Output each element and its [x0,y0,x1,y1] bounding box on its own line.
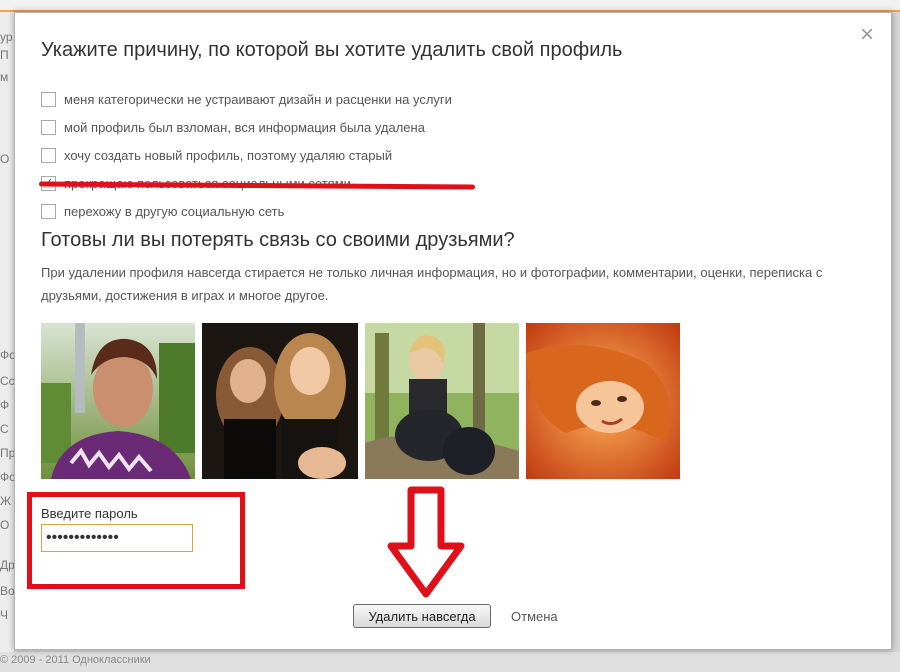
background-text: О [0,152,10,166]
background-text: О [0,518,10,532]
delete-forever-button[interactable]: Удалить навсегда [353,604,491,628]
background-text: Др [0,558,15,572]
background-text: Ф [0,398,10,412]
reason-checkbox[interactable] [41,147,56,163]
background-text: С [0,422,9,436]
reason-checkbox[interactable] [41,203,56,219]
background-text: Сс [0,374,15,388]
password-input[interactable] [41,524,193,552]
dialog-title: Укажите причину, по которой вы хотите уд… [41,39,623,61]
deletion-info-text: При удалении профиля навсегда стирается … [41,265,823,303]
red-arrow-annotation [387,486,465,598]
password-label: Введите пароль [41,506,138,521]
friend-photo-2 [202,323,358,479]
background-footer-text: © 2009 - 2011 Одноклассники [0,654,151,666]
background-text: Ч [0,608,8,622]
background-text: ур [0,30,13,44]
reason-option[interactable]: перехожу в другую социальную сеть [41,197,741,225]
background-text: П [0,48,9,62]
background-text: Ж [0,494,12,508]
background-top-bar [0,0,900,12]
reason-option[interactable]: мой профиль был взломан, вся информация … [41,113,741,141]
reason-checkbox[interactable] [41,119,56,135]
reason-label: хочу создать новый профиль, поэтому удал… [64,147,393,163]
background-left-column: ур П м О Фо Сс Ф С Пр Фо Ж О Др Во Ч [0,12,16,672]
cancel-link[interactable]: Отмена [511,609,558,624]
delete-profile-dialog: × Укажите причину, по которой вы хотите … [14,12,892,650]
friend-photo-3 [365,323,519,479]
background-text: Во [0,584,15,598]
friend-photo-1 [41,323,195,479]
friend-photo-4 [526,323,680,479]
reason-label: меня категорически не устраивают дизайн … [64,91,452,107]
reason-checkbox[interactable] [41,91,56,107]
reason-label: перехожу в другую социальную сеть [64,203,285,219]
reason-list: меня категорически не устраивают дизайн … [41,85,741,225]
reason-option[interactable]: меня категорически не устраивают дизайн … [41,85,741,113]
friends-warning-title: Готовы ли вы потерять связь со своими др… [41,229,515,251]
background-footer: © 2009 - 2011 Одноклассники [0,652,900,672]
background-text: м [0,70,9,84]
reason-option[interactable]: хочу создать новый профиль, поэтому удал… [41,141,741,169]
reason-label: мой профиль был взломан, вся информация … [64,119,425,135]
close-icon[interactable]: × [857,23,877,47]
